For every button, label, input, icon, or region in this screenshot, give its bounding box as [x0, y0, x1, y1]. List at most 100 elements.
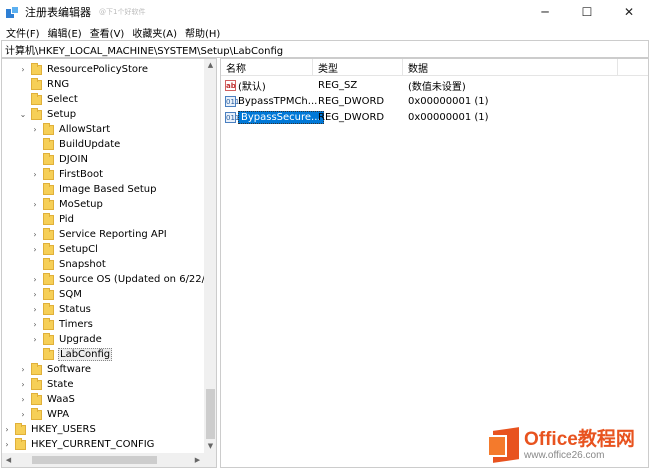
menu-bar: 文件(F) 编辑(E) 查看(V) 收藏夹(A) 帮助(H) — [0, 24, 650, 40]
chevron-right-icon[interactable]: › — [30, 335, 40, 344]
menu-help[interactable]: 帮助(H) — [181, 25, 224, 40]
tree-item[interactable]: Image Based Setup — [30, 182, 157, 197]
menu-file[interactable]: 文件(F) — [2, 25, 44, 40]
chevron-right-icon[interactable]: › — [18, 380, 28, 389]
chevron-right-icon[interactable]: › — [30, 290, 40, 299]
tree-item[interactable]: › HKEY_CURRENT_CONFIG — [2, 437, 155, 452]
value-type: REG_SZ — [318, 80, 358, 91]
tree-item[interactable]: › ResourcePolicyStore — [18, 62, 149, 77]
maximize-button[interactable]: ☐ — [566, 0, 608, 24]
binary-value-icon: 011 — [225, 96, 240, 107]
tree-item[interactable]: DJOIN — [30, 152, 89, 167]
chevron-right-icon[interactable]: › — [18, 65, 28, 74]
tree-item-label: Setup — [47, 109, 77, 120]
tree-item[interactable]: › Source OS (Updated on 6/22/202 — [30, 272, 217, 287]
column-header-data[interactable]: 数据 — [403, 59, 618, 76]
value-type: REG_DWORD — [318, 112, 385, 123]
tree-item[interactable]: › SQM — [30, 287, 83, 302]
tree-item[interactable]: › HKEY_USERS — [2, 422, 97, 437]
tree-item-label: WPA — [47, 409, 70, 420]
menu-favorites[interactable]: 收藏夹(A) — [128, 25, 181, 40]
chevron-right-icon[interactable]: › — [30, 320, 40, 329]
scroll-thumb-horizontal[interactable] — [32, 456, 157, 464]
tree-item-label: BuildUpdate — [59, 139, 121, 150]
chevron-right-icon[interactable]: › — [30, 125, 40, 134]
tree-item[interactable]: › MoSetup — [30, 197, 104, 212]
tree-item-label: Timers — [59, 319, 93, 330]
tree-item[interactable]: Pid — [30, 212, 75, 227]
value-name: BypassSecure... — [238, 111, 324, 124]
folder-icon — [43, 227, 54, 240]
chevron-right-icon[interactable]: › — [30, 245, 40, 254]
tree-item[interactable]: › Timers — [30, 317, 94, 332]
value-type: REG_DWORD — [318, 96, 385, 107]
scroll-thumb[interactable] — [206, 389, 215, 439]
value-row[interactable]: 011 BypassTPMCh... REG_DWORD 0x00000001 (1) — [221, 94, 603, 109]
tree-horizontal-scrollbar[interactable]: ◀ ▶ — [2, 453, 204, 467]
tree-item[interactable]: Select — [18, 92, 79, 107]
regedit-app-icon — [6, 5, 19, 19]
scroll-left-icon[interactable]: ◀ — [2, 453, 15, 467]
chevron-right-icon[interactable]: › — [30, 275, 40, 284]
tree-item-label: Software — [47, 364, 92, 375]
tree-item-label: LabConfig — [58, 348, 113, 361]
title-bar: 注册表编辑器 @下1个好软件 ─ ☐ ✕ — [0, 0, 650, 24]
tree-item[interactable]: › Status — [30, 302, 92, 317]
tree-item[interactable]: › FirstBoot — [30, 167, 104, 182]
tree-item-label: ResourcePolicyStore — [47, 64, 149, 75]
tree-item-label: Source OS (Updated on 6/22/202 — [59, 274, 217, 285]
scroll-right-icon[interactable]: ▶ — [191, 453, 204, 467]
tree-item[interactable]: › AllowStart — [30, 122, 111, 137]
tree-item[interactable]: › Service Reporting API — [30, 227, 168, 242]
chevron-right-icon[interactable]: › — [18, 365, 28, 374]
scroll-down-icon[interactable]: ▼ — [204, 440, 216, 453]
chevron-right-icon[interactable]: › — [30, 230, 40, 239]
folder-icon — [43, 197, 54, 210]
minimize-button[interactable]: ─ — [524, 0, 566, 24]
folder-icon — [31, 62, 42, 75]
folder-icon — [31, 107, 42, 120]
menu-edit[interactable]: 编辑(E) — [44, 25, 86, 40]
tree-item-label: MoSetup — [59, 199, 103, 210]
tree-vertical-scrollbar[interactable]: ▲ ▼ — [204, 59, 216, 453]
value-row[interactable]: ab (默认) REG_SZ (数值未设置) — [221, 78, 603, 93]
tree-item[interactable]: › State — [18, 377, 74, 392]
value-name: BypassTPMCh... — [238, 96, 318, 107]
window-controls: ─ ☐ ✕ — [524, 0, 650, 24]
chevron-right-icon[interactable]: › — [30, 170, 40, 179]
chevron-right-icon[interactable]: › — [18, 395, 28, 404]
address-bar[interactable]: 计算机\HKEY_LOCAL_MACHINE\SYSTEM\Setup\LabC… — [1, 40, 649, 58]
folder-icon — [43, 272, 54, 285]
tree-item[interactable]: LabConfig — [30, 347, 113, 362]
tree-item[interactable]: › Software — [18, 362, 92, 377]
folder-icon — [43, 152, 54, 165]
chevron-right-icon[interactable]: › — [2, 440, 12, 449]
value-data: (数值未设置) — [408, 82, 466, 93]
chevron-right-icon[interactable]: › — [30, 305, 40, 314]
scroll-up-icon[interactable]: ▲ — [204, 59, 216, 72]
close-button[interactable]: ✕ — [608, 0, 650, 24]
folder-icon — [43, 302, 54, 315]
office-logo-icon — [487, 427, 519, 463]
tree-item[interactable]: Snapshot — [30, 257, 107, 272]
tree-item[interactable]: › WaaS — [18, 392, 76, 407]
folder-icon — [31, 407, 42, 420]
folder-icon — [43, 317, 54, 330]
column-header-type[interactable]: 类型 — [313, 59, 403, 76]
tree-item[interactable]: ⌄ Setup — [18, 107, 77, 122]
chevron-down-icon[interactable]: ⌄ — [18, 110, 28, 119]
watermark-text: @下1个好软件 — [99, 8, 146, 16]
tree-item[interactable]: › Upgrade — [30, 332, 103, 347]
tree-item[interactable]: › WPA — [18, 407, 70, 422]
menu-view[interactable]: 查看(V) — [86, 25, 129, 40]
value-row[interactable]: 011 BypassSecure... REG_DWORD 0x00000001 (1… — [221, 110, 603, 125]
chevron-right-icon[interactable]: › — [30, 200, 40, 209]
chevron-right-icon[interactable]: › — [18, 410, 28, 419]
column-header-name[interactable]: 名称 — [221, 59, 313, 76]
folder-icon — [15, 422, 26, 435]
chevron-right-icon[interactable]: › — [2, 425, 12, 434]
tree-item[interactable]: BuildUpdate — [30, 137, 121, 152]
tree-item[interactable]: › SetupCl — [30, 242, 99, 257]
tree-item[interactable]: RNG — [18, 77, 70, 92]
folder-icon — [43, 347, 54, 360]
